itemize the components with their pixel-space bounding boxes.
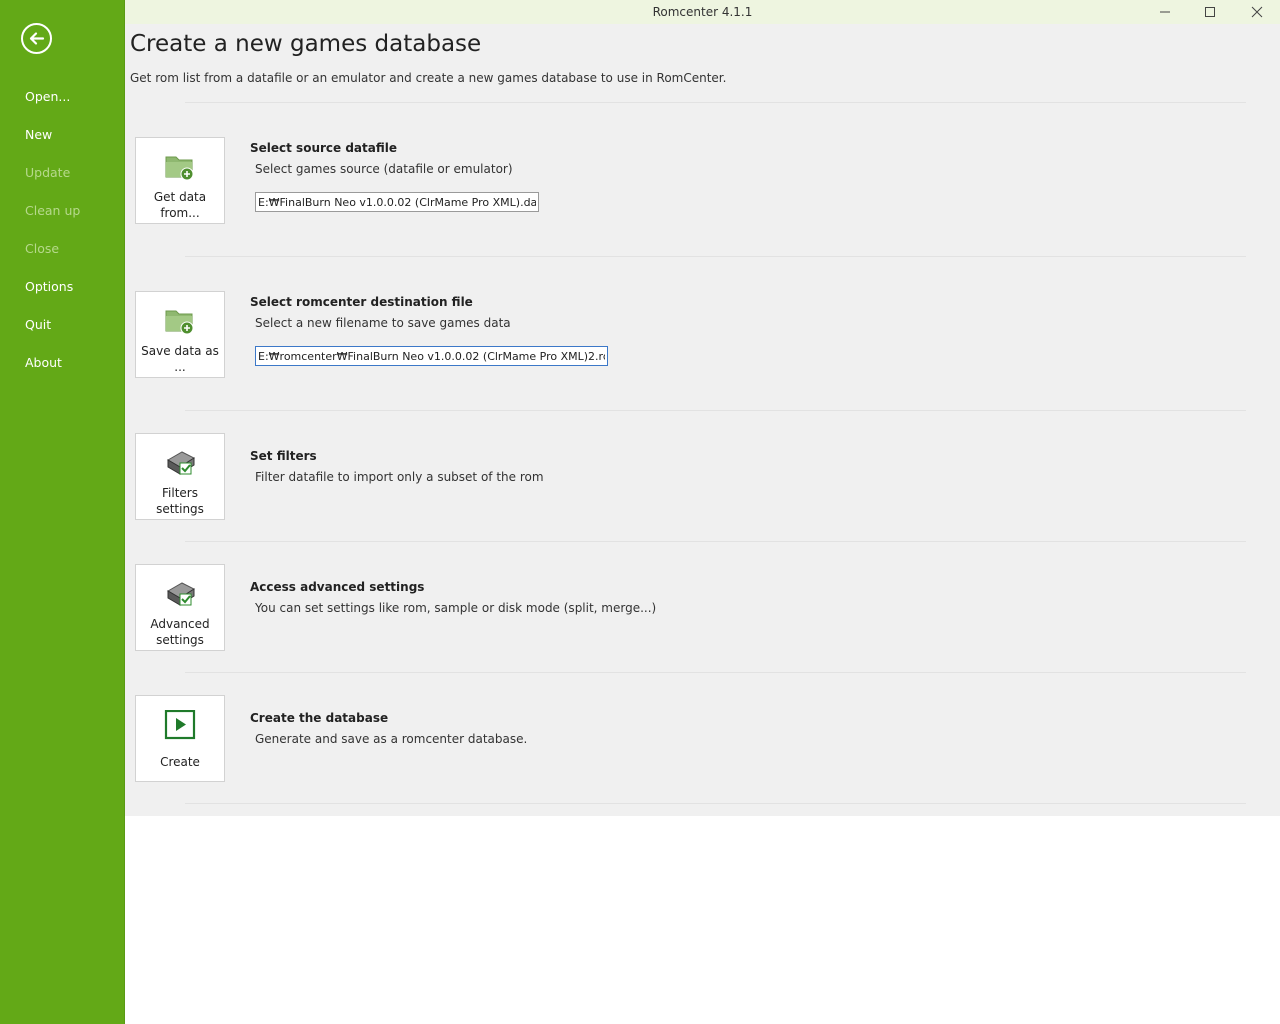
divider <box>185 541 1246 542</box>
window-title: Romcenter 4.1.1 <box>652 5 753 19</box>
tile-label: Save data as ... <box>141 344 219 374</box>
create-tile[interactable]: Create <box>135 695 225 782</box>
folder-add-icon <box>165 156 194 181</box>
folder-add-icon <box>165 310 194 335</box>
section-description: Select a new filename to save games data <box>255 316 511 330</box>
save-data-tile[interactable]: Save data as ... <box>135 291 225 378</box>
sidebar: Open... New Update Clean up Close Option… <box>0 0 125 1024</box>
section-title: Access advanced settings <box>250 580 425 594</box>
divider <box>185 410 1246 411</box>
divider <box>185 102 1246 103</box>
page-subtitle: Get rom list from a datafile or an emula… <box>130 71 727 85</box>
section-title: Set filters <box>250 449 317 463</box>
section-description: Filter datafile to import only a subset … <box>255 470 544 484</box>
section-title: Create the database <box>250 711 389 725</box>
empty-area <box>125 816 1280 1024</box>
chip-check-icon <box>167 451 196 475</box>
section-description: Generate and save as a romcenter databas… <box>255 732 528 746</box>
divider <box>185 256 1246 257</box>
section-description: Select games source (datafile or emulato… <box>255 162 513 176</box>
filters-settings-tile[interactable]: Filters settings <box>135 433 225 520</box>
back-button[interactable] <box>21 23 52 54</box>
menu-about[interactable]: About <box>25 355 62 370</box>
minimize-icon <box>1160 11 1170 13</box>
menu-update[interactable]: Update <box>25 165 70 180</box>
close-button[interactable] <box>1234 0 1280 24</box>
source-datafile-input[interactable] <box>255 192 539 212</box>
get-data-tile[interactable]: Get data from... <box>135 137 225 224</box>
main-content: Create a new games database Get rom list… <box>125 24 1280 816</box>
maximize-button[interactable] <box>1187 0 1233 24</box>
menu-new[interactable]: New <box>25 127 52 142</box>
divider <box>185 672 1246 673</box>
advanced-settings-tile[interactable]: Advanced settings <box>135 564 225 651</box>
menu-quit[interactable]: Quit <box>25 317 51 332</box>
chip-check-icon <box>167 582 196 606</box>
destination-file-input[interactable] <box>255 346 608 366</box>
title-bar: Romcenter 4.1.1 <box>125 0 1280 24</box>
page-title: Create a new games database <box>130 31 482 57</box>
minimize-button[interactable] <box>1142 0 1188 24</box>
close-icon <box>1251 6 1263 18</box>
tile-label: Create <box>160 755 200 769</box>
play-icon <box>164 710 196 740</box>
tile-label: Filters settings <box>156 486 204 516</box>
section-description: You can set settings like rom, sample or… <box>255 601 657 615</box>
tile-label: Get data from... <box>153 190 207 220</box>
divider <box>185 803 1246 804</box>
tile-label: Advanced settings <box>150 617 210 647</box>
menu-close[interactable]: Close <box>25 241 59 256</box>
menu-clean-up[interactable]: Clean up <box>25 203 80 218</box>
section-title: Select romcenter destination file <box>250 295 473 309</box>
menu-open[interactable]: Open... <box>25 89 70 104</box>
back-arrow-icon <box>29 32 45 45</box>
section-title: Select source datafile <box>250 141 398 155</box>
maximize-icon <box>1205 7 1215 17</box>
menu-options[interactable]: Options <box>25 279 73 294</box>
